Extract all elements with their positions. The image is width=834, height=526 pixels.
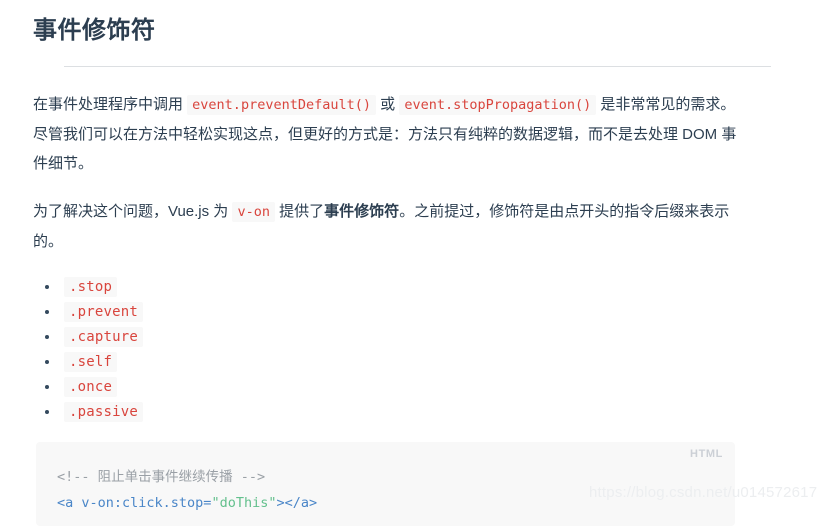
inline-code-stop-propagation: event.stopPropagation() bbox=[399, 95, 597, 115]
modifier-stop: .stop bbox=[64, 277, 118, 297]
paragraph-intro: 在事件处理程序中调用 event.preventDefault() 或 even… bbox=[33, 67, 738, 178]
modifier-capture: .capture bbox=[64, 327, 144, 347]
paragraph-intro-text-1: 在事件处理程序中调用 bbox=[33, 96, 188, 113]
inline-code-prevent-default: event.preventDefault() bbox=[187, 95, 376, 115]
inline-code-v-on: v-on bbox=[232, 202, 275, 222]
paragraph-intro-text-2: 或 bbox=[375, 96, 400, 113]
paragraph-solution-bold: 事件修饰符 bbox=[324, 203, 400, 220]
list-item: .passive bbox=[33, 399, 801, 424]
code-block[interactable]: HTML <!-- 阻止单击事件继续传播 --> <a v-on:click.s… bbox=[36, 442, 735, 526]
page-title: 事件修饰符 bbox=[33, 17, 156, 44]
list-item: .stop bbox=[33, 274, 801, 299]
code-language-label: HTML bbox=[690, 448, 723, 460]
code-tag-open: <a v-on:click.stop= bbox=[57, 495, 212, 511]
modifier-list: .stop .prevent .capture .self .once .pas… bbox=[33, 256, 801, 424]
code-tag-close: ></a> bbox=[276, 495, 318, 511]
code-string-value: "doThis" bbox=[211, 495, 277, 511]
list-item: .once bbox=[33, 374, 801, 399]
modifier-self: .self bbox=[64, 352, 118, 372]
documentation-page: 事件修饰符 在事件处理程序中调用 event.preventDefault() … bbox=[0, 0, 834, 526]
paragraph-solution: 为了解决这个问题，Vue.js 为 v-on 提供了事件修饰符。之前提过，修饰符… bbox=[33, 178, 738, 256]
list-item: .capture bbox=[33, 324, 801, 349]
code-block-content: <!-- 阻止单击事件继续传播 --> <a v-on:click.stop="… bbox=[57, 464, 735, 516]
list-item: .self bbox=[33, 349, 801, 374]
paragraph-solution-text-1: 为了解决这个问题，Vue.js 为 bbox=[33, 203, 233, 220]
paragraph-solution-text-2: 提供了 bbox=[275, 203, 325, 220]
modifier-prevent: .prevent bbox=[64, 302, 144, 322]
code-comment-line: <!-- 阻止单击事件继续传播 --> bbox=[57, 469, 266, 485]
modifier-once: .once bbox=[64, 377, 118, 397]
modifier-passive: .passive bbox=[64, 402, 144, 422]
list-item: .prevent bbox=[33, 299, 801, 324]
